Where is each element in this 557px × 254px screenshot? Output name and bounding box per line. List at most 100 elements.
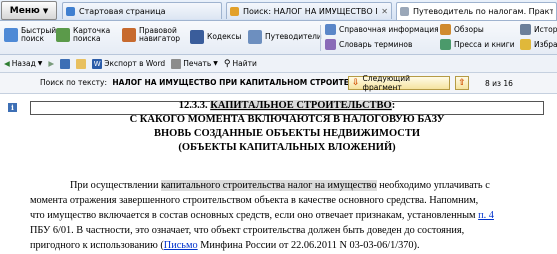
document-icon — [400, 7, 409, 16]
search-card-icon — [56, 28, 70, 42]
back-label: Назад — [11, 59, 36, 68]
guides-label: Путеводители — [265, 32, 322, 41]
save-button[interactable] — [60, 58, 71, 69]
export-word-label: Экспорт в Word — [104, 59, 166, 68]
para-text: необходимо уплачивать с — [376, 180, 490, 191]
arrow-up-icon: ⇧ — [458, 78, 466, 88]
favorites-icon — [520, 39, 531, 50]
menu-label: Меню — [9, 5, 40, 16]
export-word-button[interactable]: W Экспорт в Word — [92, 58, 166, 69]
find-button[interactable]: ⚲ Найти — [224, 59, 257, 69]
open-button[interactable] — [76, 58, 87, 69]
match-counter: 8 из 16 — [485, 79, 513, 88]
reviews-icon — [440, 24, 451, 35]
arrow-left-icon: ◀ — [4, 59, 10, 68]
legal-navigator-button[interactable]: Правовой навигатор — [122, 27, 180, 43]
find-label: Найти — [232, 59, 257, 68]
para-line-3: что имущество включается в состав основн… — [30, 208, 550, 223]
word-icon: W — [92, 58, 103, 69]
chevron-down-icon: ▼ — [42, 6, 49, 15]
heading-line-2: С КАКОГО МОМЕНТА ВКЛЮЧАЮТСЯ В НАЛОГОВУЮ … — [129, 114, 445, 125]
history-icon — [520, 24, 531, 35]
para-text: пригодного к использованию ( — [30, 240, 164, 251]
codes-button[interactable]: Кодексы — [190, 30, 241, 44]
press-books-label: Пресса и книги — [454, 39, 515, 49]
books-icon — [440, 39, 451, 50]
main-menu-button[interactable]: Меню ▼ — [1, 1, 57, 20]
print-button[interactable]: Печать ▼ — [171, 58, 218, 69]
document-paragraph: При осуществлении капитального строитель… — [30, 178, 550, 253]
para-line-1: При осуществлении капитального строитель… — [30, 178, 550, 193]
para-line-4: ПБУ 6/01. В частности, это означает, что… — [30, 225, 465, 236]
arrow-right-icon: ▶ — [48, 59, 55, 68]
binoculars-icon: ⚲ — [223, 58, 231, 69]
search-query-line: Поиск по тексту: НАЛОГ НА ИМУЩЕСТВО ПРИ … — [40, 78, 382, 87]
history-button[interactable]: Истор — [520, 24, 557, 35]
next-fragment-label: Следующий фрагмент — [362, 74, 410, 92]
favorites-label: Избран — [534, 39, 557, 49]
codes-icon — [190, 30, 204, 44]
heading-line-4: (ОБЪЕКТЫ КАПИТАЛЬНЫХ ВЛОЖЕНИЙ) — [178, 142, 396, 153]
reference-icon — [325, 24, 336, 35]
heading-line-1: 12.3.3. КАПИТАЛЬНОЕ СТРОИТЕЛЬСТВО: — [30, 99, 544, 113]
chevron-down-icon: ▼ — [37, 60, 43, 67]
search-prefix: Поиск по тексту: — [40, 78, 107, 87]
reviews-label: Обзоры — [454, 24, 484, 34]
reference-info-button[interactable]: Справочная информация — [325, 24, 439, 35]
reviews-button[interactable]: Обзоры — [440, 24, 484, 35]
guides-button[interactable]: Путеводители — [248, 30, 322, 44]
terms-dictionary-button[interactable]: Словарь терминов — [325, 39, 412, 50]
print-label: Печать — [183, 59, 212, 68]
back-button[interactable]: ◀ Назад ▼ — [4, 59, 42, 68]
tab-search[interactable]: Поиск: НАЛОГ НА ИМУЩЕСТВО ПРИ... ✕ — [226, 2, 392, 19]
quick-search-icon — [4, 28, 18, 42]
tab-label: Стартовая страница — [79, 6, 166, 16]
para-line-5: пригодного к использованию (Письмо Минфи… — [30, 238, 550, 253]
press-books-button[interactable]: Пресса и книги — [440, 39, 515, 50]
search-card-button[interactable]: Карточка поиска — [56, 27, 110, 43]
dictionary-icon — [325, 39, 336, 50]
folder-icon — [76, 58, 87, 69]
close-icon[interactable]: ✕ — [381, 7, 388, 16]
search-card-label-2: поиска — [73, 34, 101, 43]
legal-nav-label-2: навигатор — [139, 34, 181, 43]
next-fragment-button[interactable]: ⇩ Следующий фрагмент — [348, 74, 450, 92]
info-icon[interactable]: i — [8, 103, 17, 112]
quick-search-button[interactable]: Быстрый поиск — [4, 27, 56, 43]
tab-label: Путеводитель по налогам. Практичес... — [413, 7, 553, 16]
para-text: что имущество включается в состав основн… — [30, 210, 479, 221]
para-text: Минфина России от 22.06.2011 N 03-03-06/… — [197, 240, 420, 251]
tab-start-page[interactable]: Стартовая страница — [62, 2, 222, 19]
document-heading: 12.3.3. КАПИТАЛЬНОЕ СТРОИТЕЛЬСТВО: С КАК… — [30, 99, 544, 155]
home-icon — [66, 6, 75, 16]
search-query: НАЛОГ НА ИМУЩЕСТВО ПРИ КАПИТАЛЬНОМ СТРОИ… — [112, 78, 383, 87]
letter-link[interactable]: Письмо — [164, 240, 198, 251]
para-line-2: момента отражения завершенного строитель… — [30, 195, 479, 206]
navigator-icon — [122, 28, 136, 42]
heading-colon: : — [391, 100, 396, 111]
history-label: Истор — [534, 24, 557, 34]
heading-number: 12.3.3. — [178, 100, 211, 111]
heading-highlight: КАПИТАЛЬНОЕ СТРОИТЕЛЬСТВО — [210, 100, 392, 111]
para-text: При осуществлении — [70, 180, 162, 191]
tab-guide[interactable]: Путеводитель по налогам. Практичес... — [396, 2, 557, 20]
heading-line-3: ВНОВЬ СОЗДАННЫЕ ОБЪЕКТЫ НЕДВИЖИМОСТИ — [153, 128, 420, 139]
terms-dictionary-label: Словарь терминов — [339, 39, 413, 49]
document-toolbar: ◀ Назад ▼ ▶ W Экспорт в Word Печать ▼ ⚲ … — [0, 55, 557, 73]
search-hit-highlight: капитального строительства налог на имущ… — [161, 180, 377, 191]
tab-label: Поиск: НАЛОГ НА ИМУЩЕСТВО ПРИ... — [243, 6, 377, 16]
forward-button[interactable]: ▶ — [48, 59, 54, 68]
search-doc-icon — [230, 6, 239, 16]
chevron-down-icon: ▼ — [213, 60, 218, 67]
reference-info-label: Справочная информация — [339, 24, 439, 34]
guides-icon — [248, 30, 262, 44]
printer-icon — [171, 58, 182, 69]
toolbar-divider — [320, 25, 321, 51]
save-icon — [60, 58, 71, 69]
codes-label: Кодексы — [207, 32, 242, 41]
arrow-down-icon: ⇩ — [352, 78, 360, 88]
pbu-link[interactable]: п. 4 — [478, 210, 494, 221]
quick-search-label-2: поиск — [21, 34, 45, 43]
previous-fragment-button[interactable]: ⇧ — [455, 76, 469, 90]
favorites-button[interactable]: Избран — [520, 39, 557, 50]
